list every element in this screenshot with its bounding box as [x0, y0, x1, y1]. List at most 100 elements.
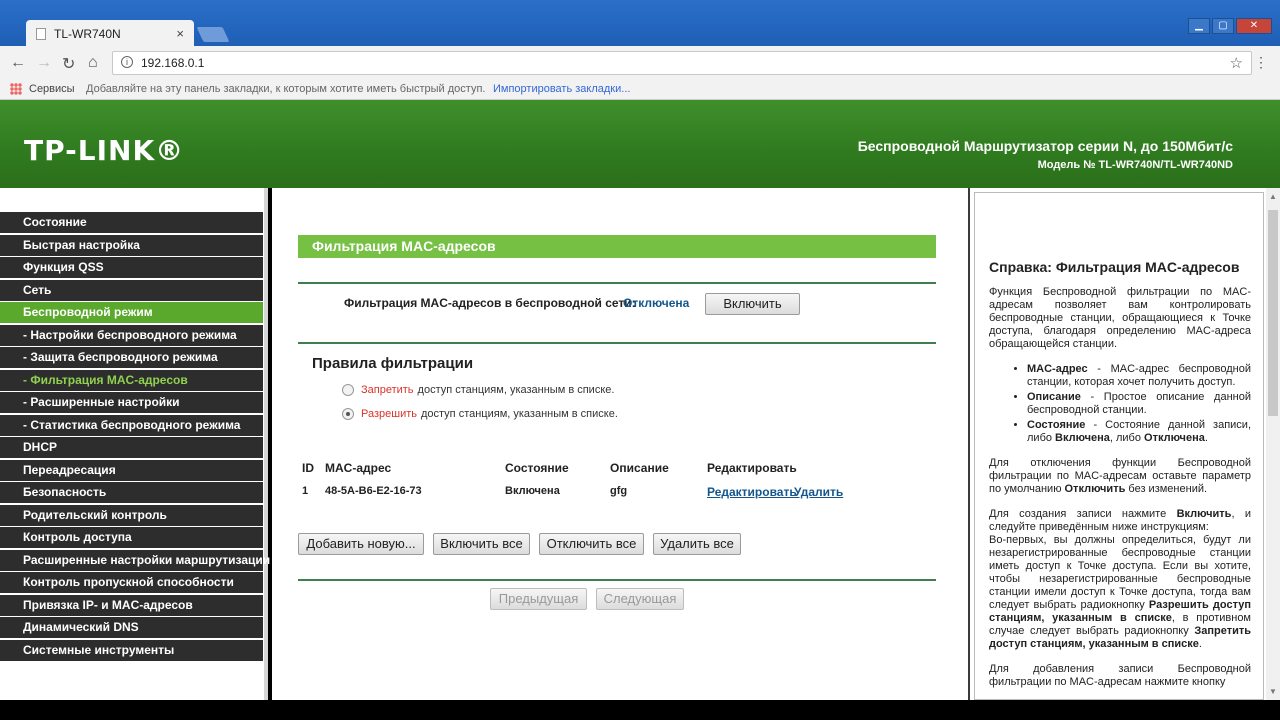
help-list: MAC-адрес - MAC-адрес беспроводной станц…: [1027, 363, 1251, 445]
help-add-paragraph: Для добавления записи Беспроводной фильт…: [989, 663, 1251, 688]
help-disable-paragraph: Для отключения функции Беспроводной филь…: [989, 457, 1251, 495]
router-title: Беспроводной Маршрутизатор серии N, до 1…: [857, 138, 1233, 154]
help-item: MAC-адрес - MAC-адрес беспроводной станц…: [1027, 363, 1251, 389]
help-title: Справка: Фильтрация MAC-адресов: [989, 259, 1240, 275]
sidebar-item-access-control[interactable]: Контроль доступа: [0, 527, 263, 548]
deny-keyword: Запретить: [361, 384, 414, 396]
sidebar-item-network[interactable]: Сеть: [0, 279, 263, 301]
import-bookmarks-link[interactable]: Импортировать закладки...: [493, 83, 630, 95]
scroll-thumb[interactable]: [1268, 210, 1278, 416]
filter-label: Фильтрация MAC-адресов в беспроводной се…: [344, 296, 636, 310]
next-page-button[interactable]: Следующая: [596, 588, 684, 610]
col-header-mac: MAC-адрес: [325, 461, 392, 475]
url-text[interactable]: 192.168.0.1: [141, 56, 204, 70]
sidebar-item-wireless-security[interactable]: - Защита беспроводного режима: [0, 347, 263, 368]
window-controls: ▁ ▢ ✕: [1188, 18, 1272, 34]
col-header-edit: Редактировать: [707, 461, 797, 475]
sidebar-item-dhcp[interactable]: DHCP: [0, 437, 263, 458]
disable-all-button[interactable]: Отключить все: [539, 533, 644, 555]
filter-status: Отключена: [623, 296, 690, 310]
minimize-button[interactable]: ▁: [1188, 18, 1210, 34]
rules-title: Правила фильтрации: [312, 355, 474, 372]
help-item: Описание - Простое описание данной беспр…: [1027, 391, 1251, 417]
delete-link[interactable]: Удалить: [794, 485, 843, 499]
address-bar[interactable]: i 192.168.0.1 ☆: [112, 51, 1252, 75]
home-icon[interactable]: ⌂: [88, 54, 98, 72]
sidebar-item-bandwidth-control[interactable]: Контроль пропускной способности: [0, 572, 263, 593]
scroll-down-icon[interactable]: ▼: [1269, 687, 1277, 696]
close-window-button[interactable]: ✕: [1236, 18, 1272, 34]
divider: [298, 579, 936, 581]
forward-icon[interactable]: →: [36, 54, 52, 72]
browser-tab[interactable]: TL-WR740N ×: [26, 20, 194, 47]
sidebar-item-wireless-statistics[interactable]: - Статистика беспроводного режима: [0, 414, 263, 436]
router-header: TP-LINK® Беспроводной Маршрутизатор сери…: [0, 100, 1280, 188]
deny-option[interactable]: Запретить доступ станциям, указанным в с…: [342, 384, 614, 396]
sidebar-item-system-tools[interactable]: Системные инструменты: [0, 639, 263, 661]
allow-keyword: Разрешить: [361, 408, 417, 420]
router-model: Модель № TL-WR740N/TL-WR740ND: [1037, 159, 1233, 171]
enable-all-button[interactable]: Включить все: [433, 533, 530, 555]
sidebar-item-wireless[interactable]: Беспроводной режим: [0, 302, 263, 323]
divider: [298, 342, 936, 344]
sidebar-item-ip-mac-binding[interactable]: Привязка IP- и MAC-адресов: [0, 594, 263, 616]
tp-link-logo: TP-LINK®: [24, 134, 185, 167]
row-id: 1: [302, 485, 309, 497]
sidebar-item-security[interactable]: Безопасность: [0, 482, 263, 503]
sidebar-item-ddns[interactable]: Динамический DNS: [0, 617, 263, 638]
prev-page-button[interactable]: Предыдущая: [490, 588, 587, 610]
delete-all-button[interactable]: Удалить все: [653, 533, 741, 555]
help-intro: Функция Беспроводной фильтрации по MAC-а…: [989, 286, 1251, 350]
main-panel: Фильтрация MAC-адресов Фильтрация MAC-ад…: [272, 188, 968, 700]
bookmarks-hint: Добавляйте на эту панель закладки, к кот…: [86, 83, 486, 95]
new-tab-button[interactable]: [196, 27, 230, 42]
row-state: Включена: [505, 485, 560, 497]
sidebar-item-wireless-settings[interactable]: - Настройки беспроводного режима: [0, 324, 263, 346]
sidebar-item-forwarding[interactable]: Переадресация: [0, 459, 263, 481]
info-icon[interactable]: i: [121, 56, 133, 68]
bookmarks-bar: Сервисы Добавляйте на эту панель закладк…: [0, 80, 1280, 100]
sidebar-item-parental-control[interactable]: Родительский контроль: [0, 504, 263, 526]
browser-toolbar: ← → ↻ ⌂ i 192.168.0.1 ☆ ⋮: [0, 46, 1280, 80]
col-header-description: Описание: [610, 461, 669, 475]
help-scrollbar[interactable]: ▲ ▼: [1266, 188, 1280, 700]
apps-grid-icon[interactable]: [10, 83, 22, 95]
row-mac: 48-5A-B6-E2-16-73: [325, 485, 422, 497]
sidebar-item-quick-setup[interactable]: Быстрая настройка: [0, 234, 263, 256]
bookmark-star-icon[interactable]: ☆: [1230, 54, 1243, 72]
title-bar: TL-WR740N × ▁ ▢ ✕: [0, 0, 1280, 47]
allow-text: доступ станциям, указанным в списке.: [420, 408, 618, 420]
tab-title: TL-WR740N: [54, 26, 121, 41]
scroll-up-icon[interactable]: ▲: [1269, 192, 1277, 201]
sidebar-item-advanced-settings[interactable]: - Расширенные настройки: [0, 392, 263, 413]
allow-option[interactable]: Разрешить доступ станциям, указанным в с…: [342, 408, 618, 420]
help-item: Состояние - Состояние данной записи, либ…: [1027, 419, 1251, 445]
enable-filter-button[interactable]: Включить: [705, 293, 800, 315]
allow-radio[interactable]: [342, 408, 354, 420]
sidebar-menu: Состояние Быстрая настройка Функция QSS …: [0, 188, 270, 700]
reload-icon[interactable]: ↻: [62, 54, 75, 74]
col-header-state: Состояние: [505, 461, 569, 475]
bottom-bar: [0, 700, 1280, 720]
sidebar-item-qss[interactable]: Функция QSS: [0, 257, 263, 278]
add-new-button[interactable]: Добавить новую...: [298, 533, 424, 555]
maximize-button[interactable]: ▢: [1212, 18, 1234, 34]
help-content: Справка: Фильтрация MAC-адресов Функция …: [974, 192, 1264, 700]
menu-icon[interactable]: ⋮: [1254, 54, 1268, 71]
sidebar-item-status[interactable]: Состояние: [0, 212, 263, 233]
back-icon[interactable]: ←: [10, 54, 26, 72]
close-tab-icon[interactable]: ×: [176, 26, 184, 41]
sidebar-item-advanced-routing[interactable]: Расширенные настройки маршрутизации: [0, 549, 270, 571]
deny-text: доступ станциям, указанным в списке.: [417, 384, 615, 396]
page-title: Фильтрация MAC-адресов: [298, 235, 936, 258]
services-bookmark[interactable]: Сервисы: [29, 83, 75, 95]
page-icon: [36, 27, 46, 40]
sidebar-item-mac-filtering[interactable]: - Фильтрация MAC-адресов: [0, 369, 263, 391]
browser-window: TL-WR740N × ▁ ▢ ✕ ← → ↻ ⌂ i 192.168.0.1 …: [0, 0, 1280, 720]
col-header-id: ID: [302, 461, 314, 475]
row-description: gfg: [610, 485, 628, 497]
divider: [298, 282, 936, 284]
edit-link[interactable]: Редактировать: [707, 485, 797, 499]
help-create-paragraph: Для создания записи нажмите Включить, и …: [989, 508, 1251, 650]
deny-radio[interactable]: [342, 384, 354, 396]
